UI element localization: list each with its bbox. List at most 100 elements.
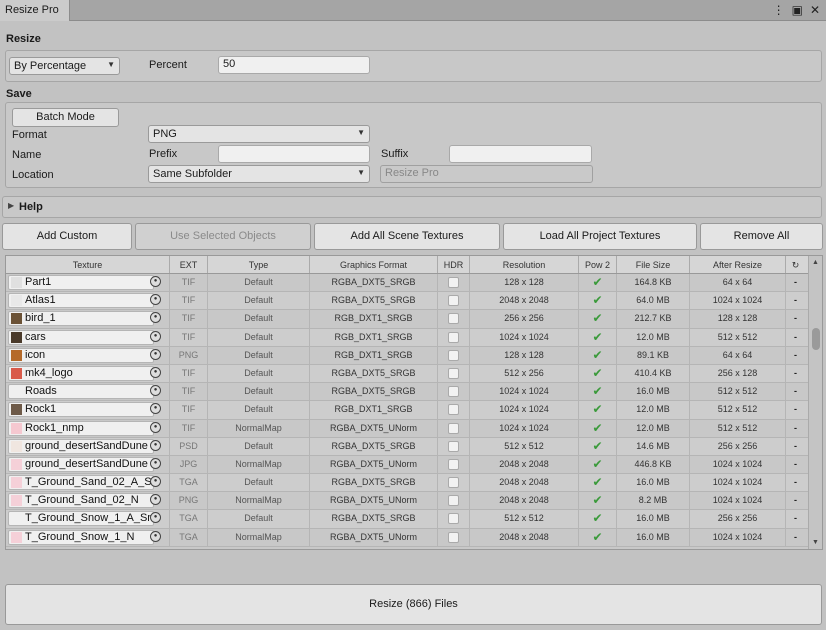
object-picker-icon[interactable]: ● xyxy=(150,330,161,342)
resize-mode-dropdown[interactable]: By Percentage ▼ xyxy=(9,57,120,75)
remove-row-button[interactable]: - xyxy=(786,401,805,418)
texture-object-field[interactable]: Part1 xyxy=(8,275,154,290)
format-dropdown[interactable]: PNG ▼ xyxy=(148,125,370,143)
texture-object-field[interactable]: Roads xyxy=(8,384,154,400)
batch-mode-button[interactable]: Batch Mode xyxy=(12,108,119,127)
type-cell: Default xyxy=(208,292,310,310)
pow2-cell: ✔ xyxy=(579,346,617,364)
prefix-input[interactable] xyxy=(218,145,370,163)
add-custom-button[interactable]: Add Custom xyxy=(2,223,132,250)
col-after-resize[interactable]: After Resize xyxy=(690,256,786,273)
col-texture[interactable]: Texture xyxy=(6,256,170,273)
texture-object-field[interactable]: ground_desertSandDune xyxy=(8,438,154,454)
col-graphics-format[interactable]: Graphics Format xyxy=(310,256,438,273)
object-picker-icon[interactable]: ● xyxy=(150,421,161,433)
suffix-input[interactable] xyxy=(449,145,592,163)
remove-row-button[interactable]: - xyxy=(786,420,805,437)
location-dropdown[interactable]: Same Subfolder ▼ xyxy=(148,165,370,183)
col-file-size[interactable]: File Size xyxy=(617,256,690,273)
hdr-checkbox[interactable] xyxy=(448,331,459,343)
texture-object-field[interactable]: T_Ground_Snow_1_A_Sm xyxy=(8,511,154,527)
hdr-checkbox[interactable] xyxy=(448,458,459,470)
percent-input[interactable]: 50 xyxy=(218,56,370,74)
texture-object-field[interactable]: T_Ground_Sand_02_A_Sr xyxy=(8,475,154,491)
object-picker-icon[interactable]: ● xyxy=(150,403,161,415)
col-type[interactable]: Type xyxy=(208,256,310,273)
refresh-icon[interactable]: ↻ xyxy=(786,256,805,273)
hdr-checkbox[interactable] xyxy=(448,386,459,398)
object-picker-icon[interactable]: ● xyxy=(150,276,161,287)
texture-object-field[interactable]: T_Ground_Sand_02_N xyxy=(8,493,154,509)
col-resolution[interactable]: Resolution xyxy=(470,256,579,273)
texture-object-field[interactable]: ground_desertSandDune xyxy=(8,456,154,472)
object-picker-icon[interactable]: ● xyxy=(150,457,161,469)
texture-object-field[interactable]: Rock1 xyxy=(8,402,154,418)
type-cell: NormalMap xyxy=(208,528,310,546)
remove-row-button[interactable]: - xyxy=(786,456,805,473)
remove-row-button[interactable]: - xyxy=(786,310,805,327)
checkmark-icon: ✔ xyxy=(592,438,603,453)
col-pow2[interactable]: Pow 2 xyxy=(579,256,617,273)
object-picker-icon[interactable]: ● xyxy=(150,294,161,306)
hdr-checkbox[interactable] xyxy=(448,477,459,489)
remove-row-button[interactable]: - xyxy=(786,329,805,346)
more-vert-icon[interactable]: ⋮ xyxy=(773,2,785,18)
maximize-icon[interactable]: ▣ xyxy=(792,2,803,18)
remove-row-button[interactable]: - xyxy=(786,529,805,546)
load-all-project-textures-button[interactable]: Load All Project Textures xyxy=(503,223,697,250)
col-ext[interactable]: EXT xyxy=(170,256,208,273)
texture-object-field[interactable]: T_Ground_Snow_1_N xyxy=(8,529,154,545)
object-picker-icon[interactable]: ● xyxy=(150,439,161,451)
hdr-checkbox[interactable] xyxy=(448,404,459,416)
texture-object-field[interactable]: Atlas1 xyxy=(8,293,154,309)
close-icon[interactable]: ✕ xyxy=(810,2,820,18)
remove-row-button[interactable]: - xyxy=(786,347,805,364)
remove-row-button[interactable]: - xyxy=(786,474,805,491)
resize-files-button[interactable]: Resize (866) Files xyxy=(5,584,822,625)
texture-object-field[interactable]: icon xyxy=(8,347,154,363)
remove-row-button[interactable]: - xyxy=(786,274,805,291)
hdr-checkbox[interactable] xyxy=(448,367,459,379)
texture-thumbnail xyxy=(11,440,22,452)
remove-row-button[interactable]: - xyxy=(786,292,805,309)
col-hdr[interactable]: HDR xyxy=(438,256,470,273)
object-picker-icon[interactable]: ● xyxy=(150,476,161,488)
scrollbar-thumb[interactable] xyxy=(812,328,820,350)
hdr-checkbox[interactable] xyxy=(448,422,459,434)
object-picker-icon[interactable]: ● xyxy=(150,385,161,397)
texture-object-field[interactable]: cars xyxy=(8,329,154,345)
hdr-checkbox[interactable] xyxy=(448,349,459,361)
tab-resize-pro[interactable]: Resize Pro xyxy=(0,0,70,21)
object-picker-icon[interactable]: ● xyxy=(150,512,161,524)
hdr-checkbox[interactable] xyxy=(448,277,459,288)
remove-row-button[interactable]: - xyxy=(786,365,805,382)
hdr-checkbox[interactable] xyxy=(448,531,459,543)
checkmark-icon: ✔ xyxy=(592,384,603,399)
remove-row-button[interactable]: - xyxy=(786,492,805,509)
scroll-up-icon[interactable]: ▲ xyxy=(812,259,819,266)
hdr-checkbox[interactable] xyxy=(448,440,459,452)
texture-object-field[interactable]: Rock1_nmp xyxy=(8,420,154,436)
hdr-checkbox[interactable] xyxy=(448,513,459,525)
remove-row-button[interactable]: - xyxy=(786,438,805,455)
vertical-scrollbar[interactable]: ▲ ▼ xyxy=(808,256,822,549)
hdr-checkbox[interactable] xyxy=(448,295,459,307)
object-picker-icon[interactable]: ● xyxy=(150,348,161,360)
scroll-down-icon[interactable]: ▼ xyxy=(812,539,819,546)
remove-row-button[interactable]: - xyxy=(786,383,805,400)
table-header: Texture EXT Type Graphics Format HDR Res… xyxy=(6,256,809,274)
object-picker-icon[interactable]: ● xyxy=(150,312,161,324)
use-selected-objects-button[interactable]: Use Selected Objects xyxy=(135,223,311,250)
object-picker-icon[interactable]: ● xyxy=(150,366,161,378)
remove-all-button[interactable]: Remove All xyxy=(700,223,823,250)
texture-object-field[interactable]: bird_1 xyxy=(8,311,154,327)
texture-object-field[interactable]: mk4_logo xyxy=(8,365,154,381)
hdr-checkbox[interactable] xyxy=(448,495,459,507)
add-all-scene-textures-button[interactable]: Add All Scene Textures xyxy=(314,223,500,250)
object-picker-icon[interactable]: ● xyxy=(150,530,161,542)
object-picker-icon[interactable]: ● xyxy=(150,494,161,506)
hdr-checkbox[interactable] xyxy=(448,313,459,325)
pow2-cell: ✔ xyxy=(579,364,617,383)
remove-row-button[interactable]: - xyxy=(786,510,805,527)
help-foldout[interactable]: ▶ Help xyxy=(2,196,822,218)
